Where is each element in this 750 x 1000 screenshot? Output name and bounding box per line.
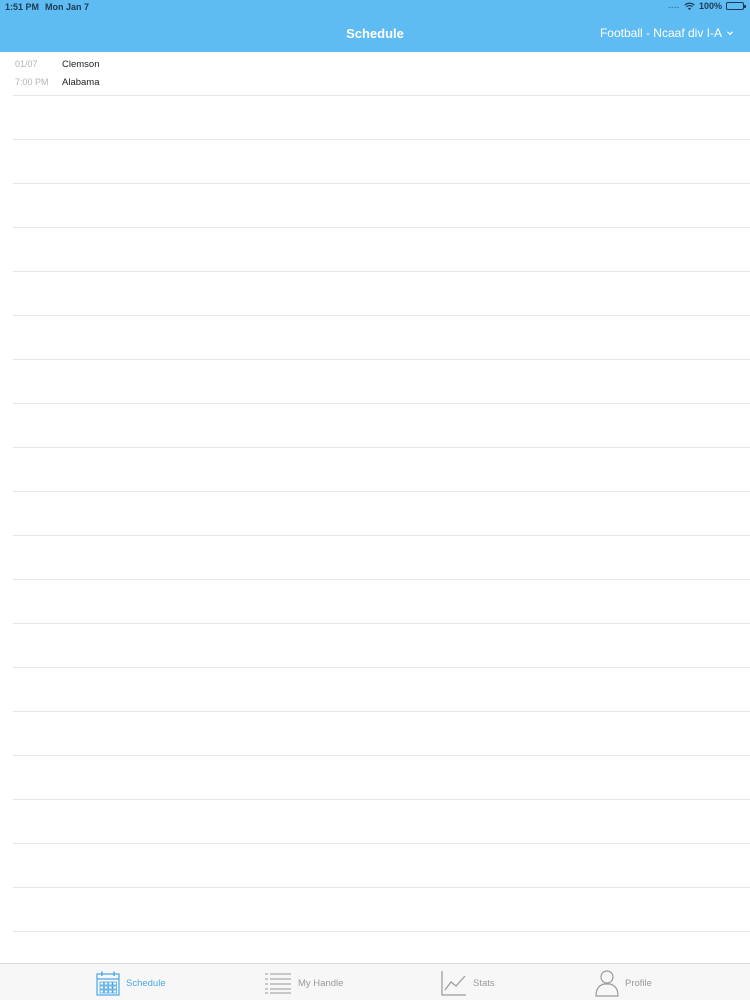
tab-bar: Schedule My Handle Stats Profile	[0, 963, 750, 1000]
empty-row	[13, 228, 750, 272]
team-away: Alabama	[62, 77, 100, 88]
schedule-list[interactable]: 01/07 Clemson 7:00 PM Alabama	[0, 52, 750, 962]
empty-row	[13, 580, 750, 624]
status-time: 1:51 PM	[5, 2, 40, 12]
battery-icon	[726, 2, 746, 10]
tab-profile[interactable]: Profile	[595, 968, 652, 998]
status-bar: 1:51 PM Mon Jan 7 .... 100%	[0, 0, 750, 14]
battery-percent: 100%	[698, 1, 722, 11]
signal-icon: ....	[668, 2, 680, 10]
game-time: 7:00 PM	[15, 77, 49, 87]
tab-my-handle[interactable]: My Handle	[264, 968, 343, 998]
empty-row	[13, 756, 750, 800]
empty-row	[13, 272, 750, 316]
empty-row	[13, 624, 750, 668]
status-date: Mon Jan 7	[45, 2, 90, 12]
list-icon	[265, 973, 291, 994]
empty-row	[13, 404, 750, 448]
calendar-icon	[96, 971, 120, 996]
empty-row	[13, 492, 750, 536]
empty-row	[13, 448, 750, 492]
empty-row	[13, 712, 750, 756]
empty-row	[13, 96, 750, 140]
tab-profile-label: Profile	[625, 977, 652, 989]
person-icon	[595, 970, 619, 997]
wifi-icon	[684, 2, 695, 10]
game-date: 01/07	[15, 59, 38, 69]
chart-icon	[441, 971, 466, 996]
empty-row	[13, 184, 750, 228]
league-selector[interactable]: Football - Ncaaf div I-A	[600, 26, 734, 40]
empty-row	[13, 844, 750, 888]
game-row[interactable]: 01/07 Clemson 7:00 PM Alabama	[13, 52, 750, 96]
league-selector-label: Football - Ncaaf div I-A	[599, 26, 722, 40]
empty-row	[13, 140, 750, 184]
app-header: 1:51 PM Mon Jan 7 .... 100% Schedule Foo…	[0, 0, 750, 52]
chevron-down-icon	[727, 31, 733, 36]
empty-row	[13, 800, 750, 844]
team-home: Clemson	[62, 59, 100, 70]
tab-schedule[interactable]: Schedule	[96, 968, 166, 998]
empty-row	[13, 360, 750, 404]
empty-row	[13, 888, 750, 932]
empty-row	[13, 316, 750, 360]
tab-my-handle-label: My Handle	[298, 977, 344, 989]
tab-stats-label: Stats	[473, 977, 495, 989]
tab-stats[interactable]: Stats	[441, 968, 495, 998]
empty-row	[13, 536, 750, 580]
status-indicators: .... 100%	[668, 1, 746, 11]
tab-schedule-label: Schedule	[126, 977, 166, 989]
empty-row	[13, 668, 750, 712]
